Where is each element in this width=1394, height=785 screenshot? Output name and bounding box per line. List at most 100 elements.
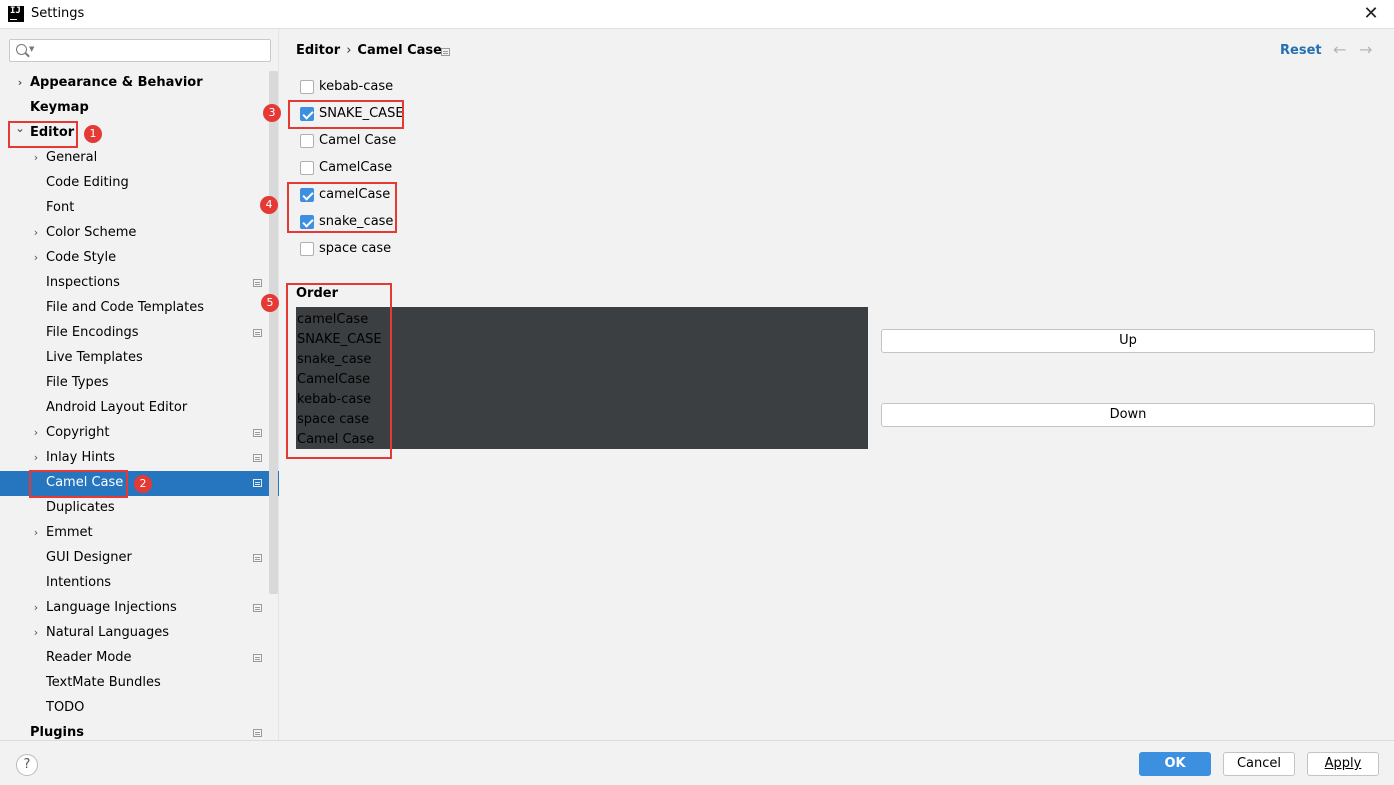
sidebar-item-label: Language Injections xyxy=(46,600,177,615)
sidebar-item-label: File and Code Templates xyxy=(46,300,204,315)
sidebar-item-label: Android Layout Editor xyxy=(46,400,188,415)
sidebar-scrollbar[interactable] xyxy=(269,71,278,594)
sidebar-item-color-scheme[interactable]: › Color Scheme xyxy=(0,221,279,246)
checkbox-label: Camel Case xyxy=(319,133,397,148)
sidebar-item-appearance-behavior[interactable]: › Appearance & Behavior xyxy=(0,71,279,96)
sidebar-item-language-injections[interactable]: › Language Injections xyxy=(0,596,279,621)
breadcrumb-separator: › xyxy=(346,43,352,58)
sidebar-item-duplicates[interactable]: Duplicates xyxy=(0,496,279,521)
chevron-right-icon[interactable]: › xyxy=(30,221,42,245)
project-scope-icon xyxy=(253,604,262,612)
checkbox[interactable] xyxy=(300,134,314,148)
window-title: Settings xyxy=(31,6,85,21)
project-scope-icon xyxy=(253,479,262,487)
close-icon[interactable]: ✕ xyxy=(1360,4,1382,26)
sidebar-item-label: Code Style xyxy=(46,250,117,265)
back-arrow-icon[interactable]: ← xyxy=(1333,40,1346,59)
sidebar-item-font[interactable]: Font xyxy=(0,196,279,221)
up-button[interactable]: Up xyxy=(881,329,1375,353)
sidebar-item-label: Duplicates xyxy=(46,500,115,515)
cancel-button[interactable]: Cancel xyxy=(1223,752,1295,776)
sidebar-item-label: TODO xyxy=(46,700,85,715)
chevron-right-icon[interactable]: › xyxy=(30,446,42,470)
annotation-badge-3: 3 xyxy=(263,104,281,122)
annotation-box-camel-snake xyxy=(287,182,397,233)
chevron-right-icon[interactable]: › xyxy=(30,521,42,545)
sidebar-item-label: Natural Languages xyxy=(46,625,170,640)
breadcrumb: Editor › Camel Case xyxy=(296,43,442,58)
chevron-right-icon[interactable]: › xyxy=(30,246,42,270)
sidebar-item-file-types[interactable]: File Types xyxy=(0,371,279,396)
checkbox[interactable] xyxy=(300,80,314,94)
sidebar-item-code-editing[interactable]: Code Editing xyxy=(0,171,279,196)
sidebar-item-live-templates[interactable]: Live Templates xyxy=(0,346,279,371)
sidebar-item-general[interactable]: › General xyxy=(0,146,279,171)
help-icon[interactable]: ? xyxy=(16,754,38,776)
apply-button[interactable]: Apply xyxy=(1307,752,1379,776)
checkbox[interactable] xyxy=(300,242,314,256)
sidebar-item-gui-designer[interactable]: GUI Designer xyxy=(0,546,279,571)
checkbox-label: CamelCase xyxy=(319,160,393,175)
project-scope-icon xyxy=(253,329,262,337)
project-scope-icon xyxy=(441,48,450,56)
checkbox[interactable] xyxy=(300,161,314,175)
sidebar-item-natural-languages[interactable]: › Natural Languages xyxy=(0,621,279,646)
sidebar-item-label: File Encodings xyxy=(46,325,139,340)
sidebar-item-emmet[interactable]: › Emmet xyxy=(0,521,279,546)
project-scope-icon xyxy=(253,654,262,662)
sidebar-item-label: Copyright xyxy=(46,425,110,440)
reset-button[interactable]: Reset xyxy=(1280,43,1322,58)
sidebar-item-label: TextMate Bundles xyxy=(46,675,161,690)
forward-arrow-icon[interactable]: → xyxy=(1359,40,1372,59)
sidebar-item-label: General xyxy=(46,150,98,165)
sidebar-item-file-encodings[interactable]: File Encodings xyxy=(0,321,279,346)
apply-label: Apply xyxy=(1324,756,1362,771)
project-scope-icon xyxy=(253,279,262,287)
chevron-right-icon[interactable]: › xyxy=(30,621,42,645)
sidebar-item-label: Intentions xyxy=(46,575,112,590)
sidebar-item-label: File Types xyxy=(46,375,109,390)
down-button[interactable]: Down xyxy=(881,403,1375,427)
chevron-right-icon[interactable]: › xyxy=(30,146,42,170)
annotation-box-snake-upper xyxy=(288,100,404,129)
project-scope-icon xyxy=(253,454,262,462)
annotation-badge-1: 1 xyxy=(84,125,102,143)
sidebar-item-copyright[interactable]: › Copyright xyxy=(0,421,279,446)
sidebar-item-todo[interactable]: TODO xyxy=(0,696,279,721)
annotation-box-editor xyxy=(8,121,78,148)
dialog-footer: ? OK Cancel Apply xyxy=(0,740,1394,785)
sidebar-item-label: Font xyxy=(46,200,75,215)
sidebar-item-file-and-code-templates[interactable]: File and Code Templates xyxy=(0,296,279,321)
sidebar-item-label: Appearance & Behavior xyxy=(30,75,203,90)
sidebar-item-reader-mode[interactable]: Reader Mode xyxy=(0,646,279,671)
intellij-logo-icon: IJ xyxy=(8,6,24,22)
annotation-badge-4: 4 xyxy=(260,196,278,214)
project-scope-icon xyxy=(253,729,262,737)
chevron-right-icon[interactable]: › xyxy=(14,71,26,95)
sidebar-item-inlay-hints[interactable]: › Inlay Hints xyxy=(0,446,279,471)
sidebar-item-label: Emmet xyxy=(46,525,93,540)
chevron-right-icon[interactable]: › xyxy=(30,596,42,620)
chevron-down-icon: ▼ xyxy=(29,45,35,53)
annotation-badge-2: 2 xyxy=(134,475,152,493)
sidebar-item-android-layout-editor[interactable]: Android Layout Editor xyxy=(0,396,279,421)
chevron-right-icon[interactable]: › xyxy=(30,421,42,445)
settings-content: Editor › Camel Case Reset ← → kebab-case SN… xyxy=(280,29,1394,740)
breadcrumb-parent[interactable]: Editor xyxy=(296,43,340,58)
annotation-box-order xyxy=(286,283,392,459)
sidebar-item-label: Inspections xyxy=(46,275,120,290)
title-bar: IJ Settings ✕ xyxy=(0,0,1394,29)
sidebar-item-label: Code Editing xyxy=(46,175,129,190)
sidebar-item-keymap[interactable]: Keymap xyxy=(0,96,279,121)
project-scope-icon xyxy=(253,429,262,437)
sidebar-item-intentions[interactable]: Intentions xyxy=(0,571,279,596)
sidebar-item-inspections[interactable]: Inspections xyxy=(0,271,279,296)
search-icon xyxy=(16,44,27,55)
search-input[interactable]: ▼ xyxy=(9,39,271,62)
ok-button[interactable]: OK xyxy=(1139,752,1211,776)
project-scope-icon xyxy=(253,554,262,562)
sidebar-item-label: Inlay Hints xyxy=(46,450,115,465)
sidebar-item-label: Keymap xyxy=(30,100,89,115)
sidebar-item-textmate-bundles[interactable]: TextMate Bundles xyxy=(0,671,279,696)
sidebar-item-code-style[interactable]: › Code Style xyxy=(0,246,279,271)
